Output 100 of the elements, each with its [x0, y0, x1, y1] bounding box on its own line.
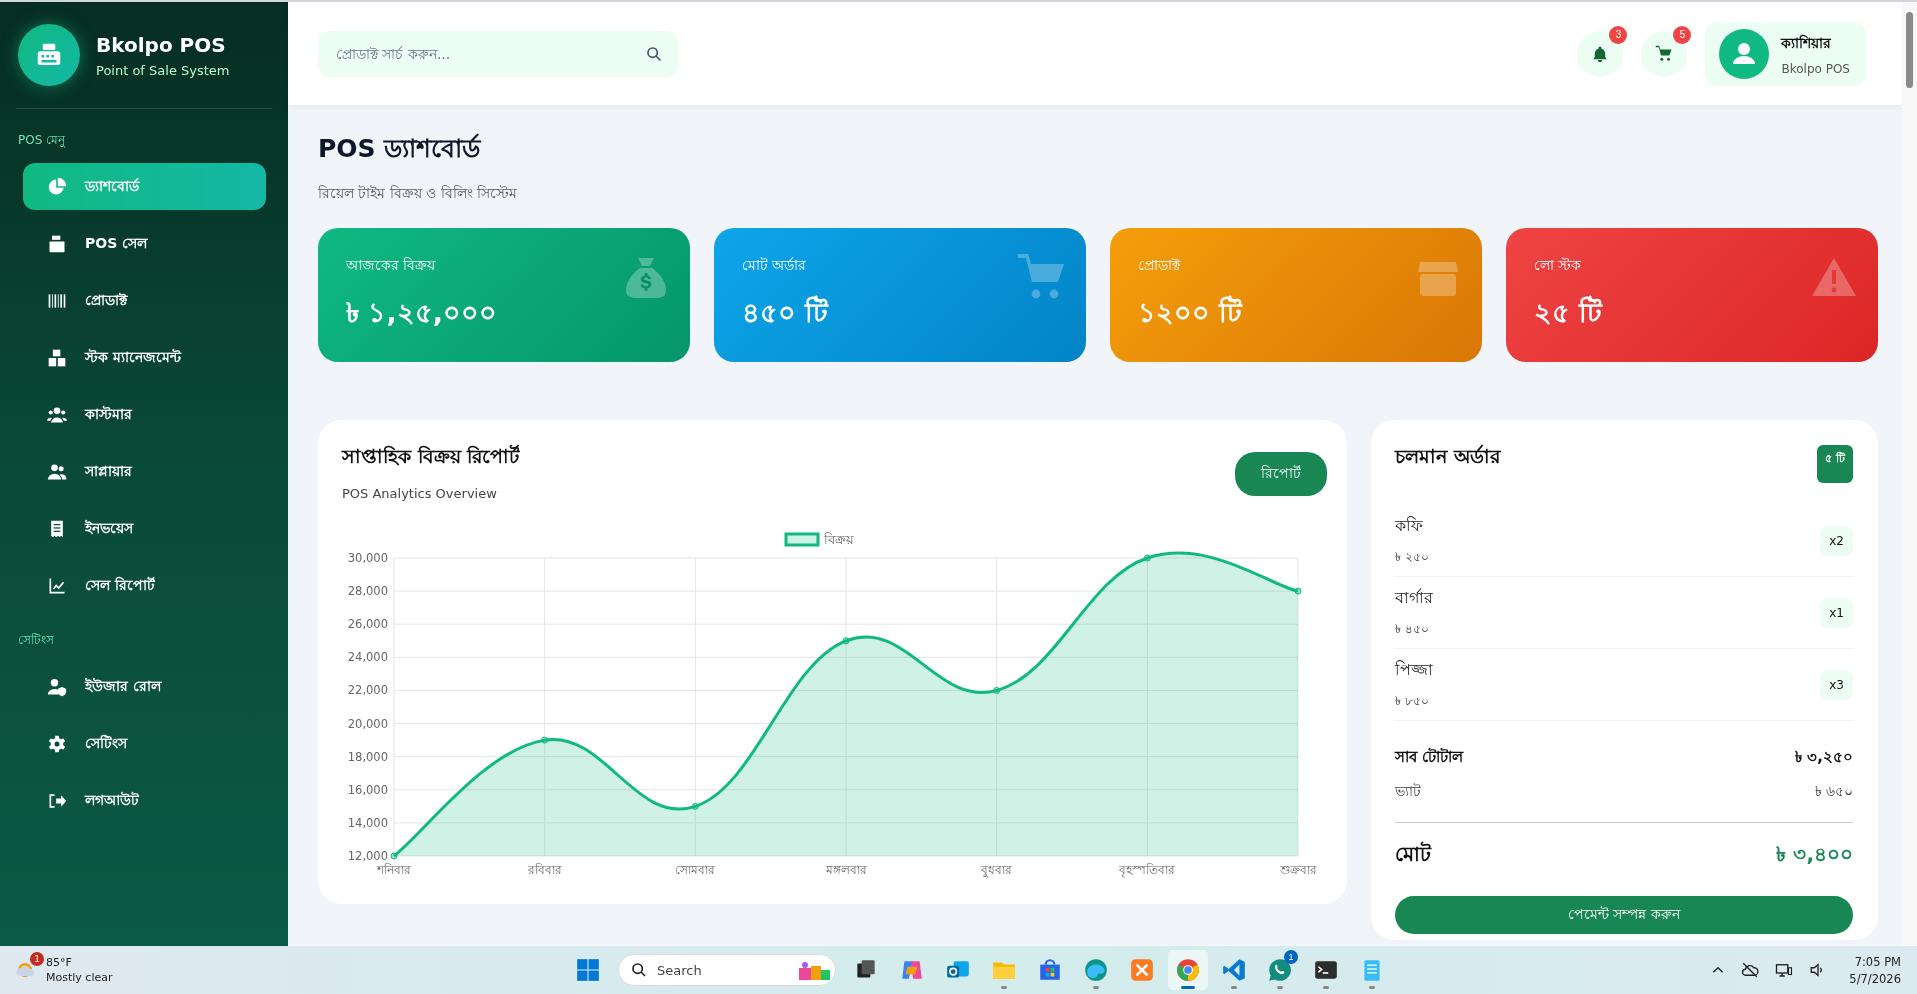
axis-label: 12,000: [347, 849, 388, 863]
report-button[interactable]: রিপোর্ট: [1235, 452, 1327, 496]
xampp-icon: [1129, 957, 1155, 983]
search-icon: [631, 962, 647, 978]
stat-value: ২৫ টি: [1534, 294, 1603, 330]
time: 7:05 PM: [1854, 954, 1901, 969]
weather-condition: Mostly clear: [46, 971, 113, 984]
menu-section-heading: সেটিংস: [18, 632, 55, 649]
search-icon: [646, 45, 662, 62]
sidebar-item[interactable]: সেল রিপোর্ট: [23, 562, 266, 609]
item-name: কফি: [1395, 515, 1424, 537]
quantity-badge: x3: [1820, 669, 1853, 700]
data-point: [842, 637, 850, 645]
axis-label: মঙ্গলবার: [825, 863, 867, 877]
axis-label: 24,000: [347, 650, 388, 665]
pie-chart-icon: [47, 176, 67, 197]
stat-value: ১২০০ টি: [1138, 294, 1243, 330]
stat-label: প্রোডাক্ট: [1138, 256, 1182, 275]
axis-label: বৃহস্পতিবার: [1119, 863, 1176, 877]
quantity-badge: x1: [1820, 597, 1853, 628]
item-name: বার্গার: [1395, 587, 1433, 609]
subtotal-label: সাব টোটাল: [1395, 747, 1464, 768]
stat-label: মোট অর্ডার: [742, 256, 808, 275]
card-subtitle: POS Analytics Overview: [342, 486, 498, 501]
total-value: ৳ ৩,৪০০: [1776, 841, 1853, 868]
total-label: মোট: [1395, 840, 1431, 868]
taskbar-search-field[interactable]: Search: [618, 954, 836, 986]
boxes-icon: [47, 347, 67, 368]
axis-label: 30,000: [347, 551, 388, 565]
network-icon[interactable]: [1775, 961, 1794, 979]
card-title: সাপ্তাহিক বিক্রয় রিপোর্ট: [342, 443, 520, 469]
register-logo-icon: [18, 24, 80, 86]
store-bag-icon: [1037, 957, 1063, 983]
item-price: ৳ ২৫০: [1395, 549, 1429, 566]
legend-label: বিক্রয়: [824, 532, 854, 547]
clock[interactable]: 7:05 PM 5/7/2026: [1843, 954, 1907, 986]
date: 5/7/2026: [1849, 971, 1901, 986]
app-title: Bkolpo POS: [96, 32, 227, 57]
stat-label: লো স্টক: [1534, 256, 1583, 275]
legend-swatch: [784, 532, 820, 547]
avatar-icon: [1719, 28, 1770, 79]
sidebar-item[interactable]: ইনভয়েস: [23, 505, 266, 552]
axis-label: বুধবার: [981, 863, 1013, 877]
payment-button[interactable]: পেমেন্ট সম্পন্ন করুন: [1395, 896, 1853, 934]
page-title: POS ড্যাশবোর্ড: [318, 132, 483, 165]
sidebar-item[interactable]: সেটিংস: [23, 720, 266, 767]
cart-icon: [1655, 44, 1674, 63]
sidebar-item[interactable]: প্রোডাক্ট: [23, 277, 266, 324]
item-name: পিজ্জা: [1395, 659, 1433, 681]
taskbar-app[interactable]: 1: [1260, 950, 1300, 990]
data-point: [1143, 554, 1151, 562]
axis-label: রবিবার: [527, 863, 562, 877]
settings-icon: [47, 733, 67, 754]
subtotal-value: ৳ ৩,২৫০: [1795, 747, 1853, 768]
axis-label: শুক্রবার: [1279, 863, 1317, 877]
data-point: [691, 802, 699, 810]
code-editor-icon: [1221, 957, 1247, 983]
quantity-badge: x2: [1820, 525, 1853, 556]
data-point: [1294, 587, 1302, 595]
stat-value: ৪৫০ টি: [742, 294, 829, 330]
notification-count: 1: [1284, 950, 1298, 964]
user-card[interactable]: ক্যাশিয়ার Bkolpo POS: [1705, 21, 1866, 86]
axis-label: 20,000: [347, 716, 388, 731]
axis-label: 16,000: [347, 782, 388, 797]
stat-label: আজকের বিক্রয়: [346, 256, 437, 275]
cloud-off-icon[interactable]: [1741, 961, 1760, 979]
item-price: ৳ ৮৫০: [1395, 693, 1430, 710]
sidebar-item[interactable]: লগআউট: [23, 777, 266, 824]
app-subtitle: Point of Sale System: [96, 62, 230, 78]
data-point: [390, 852, 398, 860]
sidebar-item[interactable]: সাপ্লায়ার: [23, 448, 266, 495]
card-title: চলমান অর্ডার: [1395, 444, 1500, 469]
cart-count: 5: [1673, 25, 1692, 44]
sidebar-item[interactable]: কাস্টমার: [23, 391, 266, 438]
sidebar-item[interactable]: স্টক ম্যানেজমেন্ট: [23, 334, 266, 381]
axis-label: সোমবার: [675, 863, 716, 877]
vat-label: ভ্যাট: [1395, 782, 1421, 801]
search-field[interactable]: প্রোডাক্ট সার্চ করুন...: [318, 30, 678, 77]
menu-section-heading: POS মেনু: [18, 132, 67, 150]
axis-label: 18,000: [347, 749, 388, 764]
data-point: [541, 736, 549, 744]
axis-label: শনিবার: [377, 863, 411, 877]
sidebar-item[interactable]: POS সেল: [23, 220, 266, 267]
windows-logo-icon: [575, 957, 601, 983]
scrollbar-thumb[interactable]: [1906, 12, 1913, 88]
sidebar-item[interactable]: ইউজার রোল: [23, 663, 266, 710]
stat-value: ৳ ১,২৫,০০০: [346, 296, 497, 330]
axis-label: 14,000: [347, 815, 388, 830]
user-name: ক্যাশিয়ার: [1781, 33, 1833, 53]
scrollbar[interactable]: [1902, 2, 1917, 946]
page-subtitle: রিয়েল টাইম বিক্রয় ও বিলিং সিস্টেম: [318, 184, 519, 203]
axis-label: 26,000: [347, 617, 388, 632]
browser-icon: [1175, 957, 1201, 983]
data-point: [993, 686, 1001, 694]
user-shield-icon: [47, 676, 67, 697]
browser-icon: [1083, 957, 1109, 983]
axis-label: 28,000: [347, 584, 388, 599]
notification-count: 3: [1609, 25, 1628, 44]
item-price: ৳ ৪৫০: [1395, 621, 1430, 638]
order-count: ৫ টি: [1817, 445, 1853, 483]
